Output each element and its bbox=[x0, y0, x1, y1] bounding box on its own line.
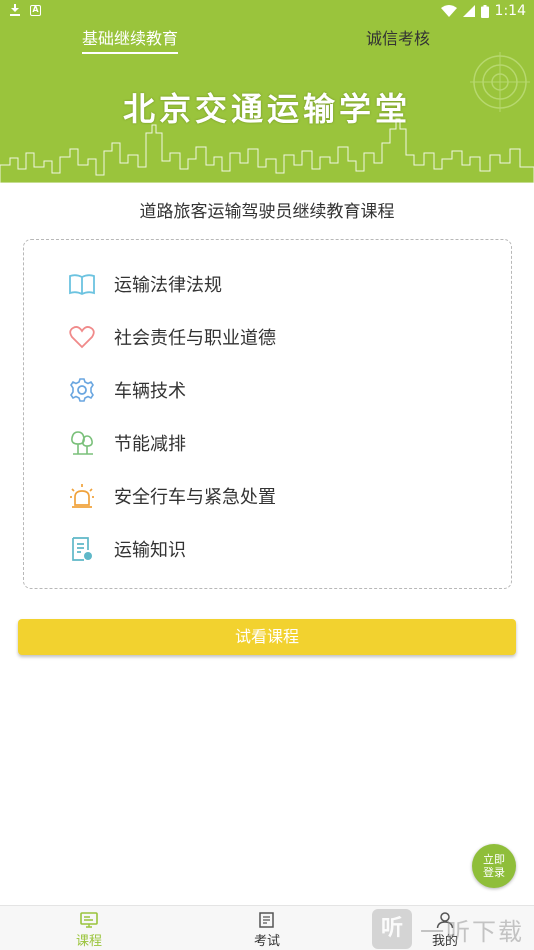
tree-icon bbox=[68, 429, 96, 457]
course-label: 安全行车与紧急处置 bbox=[114, 487, 276, 508]
watermark-overlay: 听 一听下载 bbox=[372, 908, 534, 950]
tab-integrity-assessment[interactable]: 诚信考核 bbox=[366, 26, 430, 54]
nav-courses[interactable]: 课程 bbox=[59, 910, 119, 949]
course-label: 车辆技术 bbox=[114, 381, 186, 402]
course-label: 社会责任与职业道德 bbox=[114, 328, 276, 349]
course-item-safe-driving[interactable]: 安全行车与紧急处置 bbox=[68, 480, 276, 512]
course-label: 节能减排 bbox=[114, 434, 186, 455]
top-tabs: 基础继续教育 诚信考核 bbox=[0, 26, 534, 56]
status-bar: A 1:14 bbox=[0, 0, 534, 24]
book-icon bbox=[68, 270, 96, 298]
heart-icon bbox=[68, 323, 96, 351]
monitor-icon bbox=[59, 910, 119, 930]
course-item-ethics[interactable]: 社会责任与职业道德 bbox=[68, 321, 276, 353]
course-item-laws[interactable]: 运输法律法规 bbox=[68, 268, 222, 300]
watermark-text: 一听下载 bbox=[420, 917, 524, 946]
trial-course-button[interactable]: 试看课程 bbox=[18, 619, 516, 655]
tab-basic-education[interactable]: 基础继续教育 bbox=[82, 26, 179, 54]
city-skyline-decoration bbox=[0, 118, 534, 183]
signal-icon bbox=[462, 5, 475, 17]
edit-icon bbox=[237, 910, 297, 930]
download-icon bbox=[10, 4, 20, 16]
battery-icon bbox=[480, 4, 489, 18]
watermark-badge: 听 bbox=[372, 909, 412, 949]
course-list: 运输法律法规 社会责任与职业道德 车辆技术 节能减排 安全行车与紧急处置 运输知… bbox=[23, 239, 512, 589]
clock: 1:14 bbox=[494, 3, 526, 19]
wifi-icon bbox=[440, 5, 457, 17]
login-line-2: 登录 bbox=[483, 866, 505, 879]
header-banner: A 1:14 基础继续教育 诚信考核 北京交通运输学堂 bbox=[0, 0, 534, 183]
login-line-1: 立即 bbox=[483, 853, 505, 866]
course-label: 运输法律法规 bbox=[114, 275, 222, 296]
document-icon bbox=[68, 535, 96, 563]
login-now-button[interactable]: 立即 登录 bbox=[472, 844, 516, 888]
page-subtitle: 道路旅客运输驾驶员继续教育课程 bbox=[139, 202, 395, 222]
course-label: 运输知识 bbox=[114, 540, 186, 561]
course-item-vehicle-tech[interactable]: 车辆技术 bbox=[68, 374, 186, 406]
course-item-energy-saving[interactable]: 节能减排 bbox=[68, 427, 186, 459]
siren-icon bbox=[68, 482, 96, 510]
gear-icon bbox=[68, 376, 96, 404]
nav-exams-label: 考试 bbox=[253, 934, 280, 949]
notification-icon: A bbox=[30, 4, 41, 16]
course-item-transport-knowledge[interactable]: 运输知识 bbox=[68, 533, 186, 565]
nav-courses-label: 课程 bbox=[75, 934, 102, 949]
nav-exams[interactable]: 考试 bbox=[237, 910, 297, 949]
